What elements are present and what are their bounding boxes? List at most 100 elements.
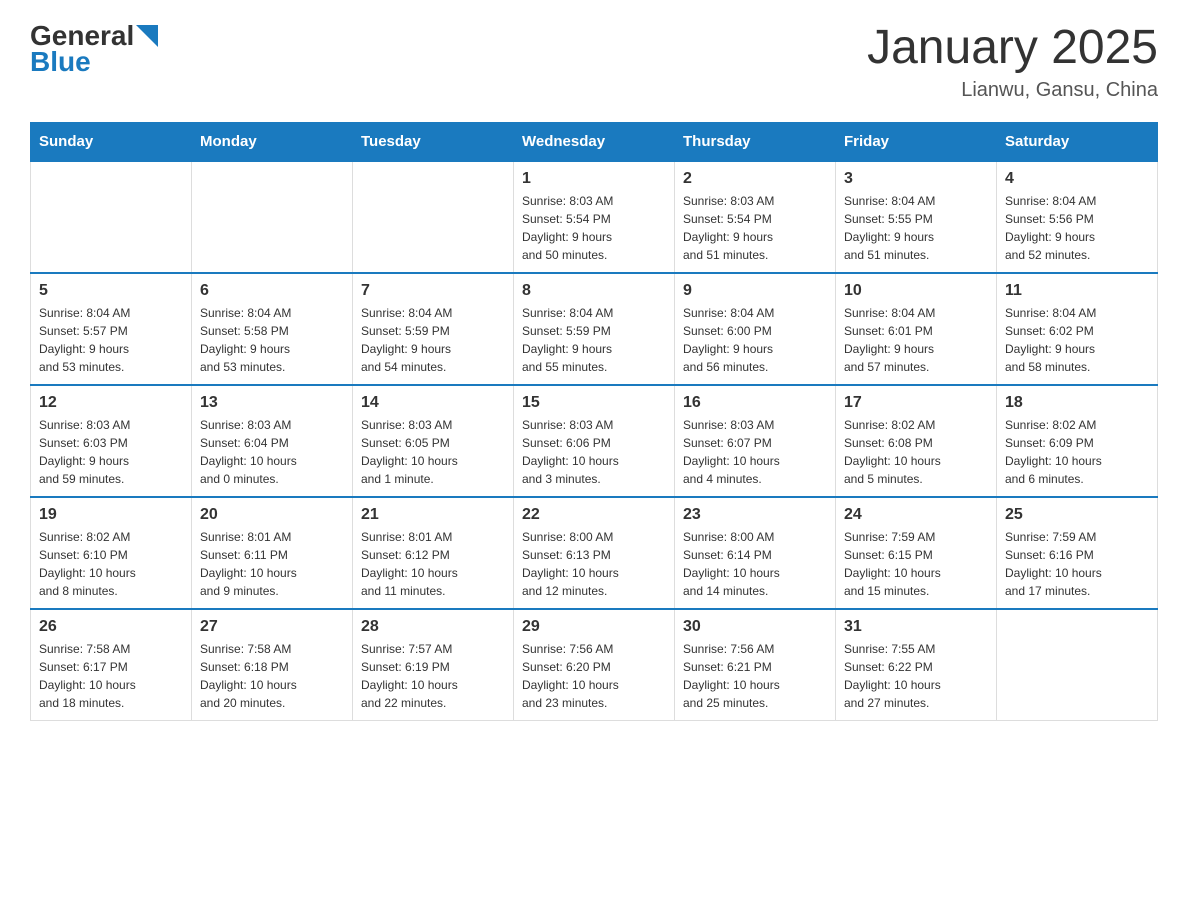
day-info: Sunrise: 8:04 AM Sunset: 6:01 PM Dayligh…	[844, 304, 988, 376]
column-header-tuesday: Tuesday	[353, 123, 514, 162]
day-info: Sunrise: 7:58 AM Sunset: 6:18 PM Dayligh…	[200, 640, 344, 712]
day-info: Sunrise: 8:02 AM Sunset: 6:09 PM Dayligh…	[1005, 416, 1149, 488]
calendar-cell: 19 Sunrise: 8:02 AM Sunset: 6:10 PM Dayli…	[31, 497, 192, 609]
calendar-cell: 24Sunrise: 7:59 AM Sunset: 6:15 PM Dayli…	[836, 497, 997, 609]
day-info: Sunrise: 8:04 AM Sunset: 5:55 PM Dayligh…	[844, 192, 988, 264]
calendar-cell: 23 Sunrise: 8:00 AM Sunset: 6:14 PM Dayli…	[675, 497, 836, 609]
column-header-sunday: Sunday	[31, 123, 192, 162]
calendar-cell: 11Sunrise: 8:04 AM Sunset: 6:02 PM Dayli…	[997, 273, 1158, 385]
day-number: 17	[844, 394, 988, 412]
day-info: Sunrise: 7:56 AM Sunset: 6:21 PM Dayligh…	[683, 640, 827, 712]
day-info: Sunrise: 7:55 AM Sunset: 6:22 PM Dayligh…	[844, 640, 988, 712]
day-info: Sunrise: 8:04 AM Sunset: 6:00 PM Dayligh…	[683, 304, 827, 376]
calendar-cell: 25 Sunrise: 7:59 AM Sunset: 6:16 PM Dayli…	[997, 497, 1158, 609]
calendar-cell: 14Sunrise: 8:03 AM Sunset: 6:05 PM Dayli…	[353, 385, 514, 497]
calendar-cell: 31 Sunrise: 7:55 AM Sunset: 6:22 PM Dayli…	[836, 609, 997, 721]
day-number: 25	[1005, 506, 1149, 524]
calendar-cell: 12Sunrise: 8:03 AM Sunset: 6:03 PM Dayli…	[31, 385, 192, 497]
calendar-week-row: 19 Sunrise: 8:02 AM Sunset: 6:10 PM Dayli…	[31, 497, 1158, 609]
day-info: Sunrise: 8:03 AM Sunset: 5:54 PM Dayligh…	[683, 192, 827, 264]
logo-blue: Blue	[30, 46, 91, 78]
day-info: Sunrise: 8:03 AM Sunset: 6:04 PM Dayligh…	[200, 416, 344, 488]
day-number: 1	[522, 170, 666, 188]
calendar-cell: 16Sunrise: 8:03 AM Sunset: 6:07 PM Dayli…	[675, 385, 836, 497]
day-info: Sunrise: 7:56 AM Sunset: 6:20 PM Dayligh…	[522, 640, 666, 712]
day-info: Sunrise: 8:04 AM Sunset: 5:59 PM Dayligh…	[522, 304, 666, 376]
calendar-cell: 20 Sunrise: 8:01 AM Sunset: 6:11 PM Dayli…	[192, 497, 353, 609]
calendar-cell: 18 Sunrise: 8:02 AM Sunset: 6:09 PM Dayli…	[997, 385, 1158, 497]
calendar-cell: 30 Sunrise: 7:56 AM Sunset: 6:21 PM Dayli…	[675, 609, 836, 721]
logo: General Blue	[30, 20, 158, 78]
column-header-monday: Monday	[192, 123, 353, 162]
column-header-thursday: Thursday	[675, 123, 836, 162]
day-number: 4	[1005, 170, 1149, 188]
column-header-saturday: Saturday	[997, 123, 1158, 162]
day-number: 13	[200, 394, 344, 412]
calendar-cell: 22 Sunrise: 8:00 AM Sunset: 6:13 PM Dayli…	[514, 497, 675, 609]
day-info: Sunrise: 7:59 AM Sunset: 6:16 PM Dayligh…	[1005, 528, 1149, 600]
calendar-week-row: 5Sunrise: 8:04 AM Sunset: 5:57 PM Daylig…	[31, 273, 1158, 385]
day-info: Sunrise: 8:04 AM Sunset: 6:02 PM Dayligh…	[1005, 304, 1149, 376]
calendar-cell: 5Sunrise: 8:04 AM Sunset: 5:57 PM Daylig…	[31, 273, 192, 385]
calendar-week-row: 12Sunrise: 8:03 AM Sunset: 6:03 PM Dayli…	[31, 385, 1158, 497]
calendar-cell: 1 Sunrise: 8:03 AM Sunset: 5:54 PM Daylig…	[514, 161, 675, 273]
calendar-cell: 17Sunrise: 8:02 AM Sunset: 6:08 PM Dayli…	[836, 385, 997, 497]
day-info: Sunrise: 8:00 AM Sunset: 6:13 PM Dayligh…	[522, 528, 666, 600]
day-info: Sunrise: 8:02 AM Sunset: 6:10 PM Dayligh…	[39, 528, 183, 600]
day-number: 30	[683, 618, 827, 636]
day-number: 12	[39, 394, 183, 412]
calendar-cell: 27 Sunrise: 7:58 AM Sunset: 6:18 PM Dayli…	[192, 609, 353, 721]
day-info: Sunrise: 8:04 AM Sunset: 5:56 PM Dayligh…	[1005, 192, 1149, 264]
calendar-cell: 15 Sunrise: 8:03 AM Sunset: 6:06 PM Dayli…	[514, 385, 675, 497]
day-number: 28	[361, 618, 505, 636]
calendar-cell: 8 Sunrise: 8:04 AM Sunset: 5:59 PM Daylig…	[514, 273, 675, 385]
day-number: 14	[361, 394, 505, 412]
logo-triangle-icon	[136, 25, 158, 47]
calendar-cell	[353, 161, 514, 273]
calendar-title: January 2025	[867, 20, 1158, 75]
day-info: Sunrise: 8:04 AM Sunset: 5:58 PM Dayligh…	[200, 304, 344, 376]
day-number: 16	[683, 394, 827, 412]
calendar-cell: 28 Sunrise: 7:57 AM Sunset: 6:19 PM Dayli…	[353, 609, 514, 721]
day-number: 27	[200, 618, 344, 636]
day-number: 9	[683, 282, 827, 300]
day-info: Sunrise: 8:00 AM Sunset: 6:14 PM Dayligh…	[683, 528, 827, 600]
calendar-cell: 10 Sunrise: 8:04 AM Sunset: 6:01 PM Dayli…	[836, 273, 997, 385]
day-info: Sunrise: 8:04 AM Sunset: 5:59 PM Dayligh…	[361, 304, 505, 376]
calendar-cell: 7 Sunrise: 8:04 AM Sunset: 5:59 PM Daylig…	[353, 273, 514, 385]
day-number: 22	[522, 506, 666, 524]
day-number: 26	[39, 618, 183, 636]
calendar-cell: 3 Sunrise: 8:04 AM Sunset: 5:55 PM Daylig…	[836, 161, 997, 273]
calendar-week-row: 26 Sunrise: 7:58 AM Sunset: 6:17 PM Dayli…	[31, 609, 1158, 721]
calendar-cell: 21 Sunrise: 8:01 AM Sunset: 6:12 PM Dayli…	[353, 497, 514, 609]
day-number: 7	[361, 282, 505, 300]
day-number: 18	[1005, 394, 1149, 412]
day-number: 6	[200, 282, 344, 300]
day-info: Sunrise: 8:01 AM Sunset: 6:11 PM Dayligh…	[200, 528, 344, 600]
day-number: 3	[844, 170, 988, 188]
calendar-cell: 9 Sunrise: 8:04 AM Sunset: 6:00 PM Daylig…	[675, 273, 836, 385]
calendar-cell: 26 Sunrise: 7:58 AM Sunset: 6:17 PM Dayli…	[31, 609, 192, 721]
calendar-cell: 6 Sunrise: 8:04 AM Sunset: 5:58 PM Daylig…	[192, 273, 353, 385]
day-number: 21	[361, 506, 505, 524]
calendar-cell	[31, 161, 192, 273]
calendar-header-row: SundayMondayTuesdayWednesdayThursdayFrid…	[31, 123, 1158, 162]
day-info: Sunrise: 8:03 AM Sunset: 5:54 PM Dayligh…	[522, 192, 666, 264]
calendar-week-row: 1 Sunrise: 8:03 AM Sunset: 5:54 PM Daylig…	[31, 161, 1158, 273]
day-number: 23	[683, 506, 827, 524]
day-info: Sunrise: 8:03 AM Sunset: 6:06 PM Dayligh…	[522, 416, 666, 488]
day-number: 31	[844, 618, 988, 636]
day-number: 20	[200, 506, 344, 524]
day-info: Sunrise: 8:01 AM Sunset: 6:12 PM Dayligh…	[361, 528, 505, 600]
day-number: 10	[844, 282, 988, 300]
calendar-cell: 13 Sunrise: 8:03 AM Sunset: 6:04 PM Dayli…	[192, 385, 353, 497]
calendar-cell: 29Sunrise: 7:56 AM Sunset: 6:20 PM Dayli…	[514, 609, 675, 721]
page-header: General Blue January 2025 Lianwu, Gansu,…	[30, 20, 1158, 102]
title-block: January 2025 Lianwu, Gansu, China	[867, 20, 1158, 102]
day-info: Sunrise: 7:57 AM Sunset: 6:19 PM Dayligh…	[361, 640, 505, 712]
day-info: Sunrise: 7:58 AM Sunset: 6:17 PM Dayligh…	[39, 640, 183, 712]
calendar-subtitle: Lianwu, Gansu, China	[867, 79, 1158, 102]
day-number: 8	[522, 282, 666, 300]
day-number: 19	[39, 506, 183, 524]
day-number: 15	[522, 394, 666, 412]
